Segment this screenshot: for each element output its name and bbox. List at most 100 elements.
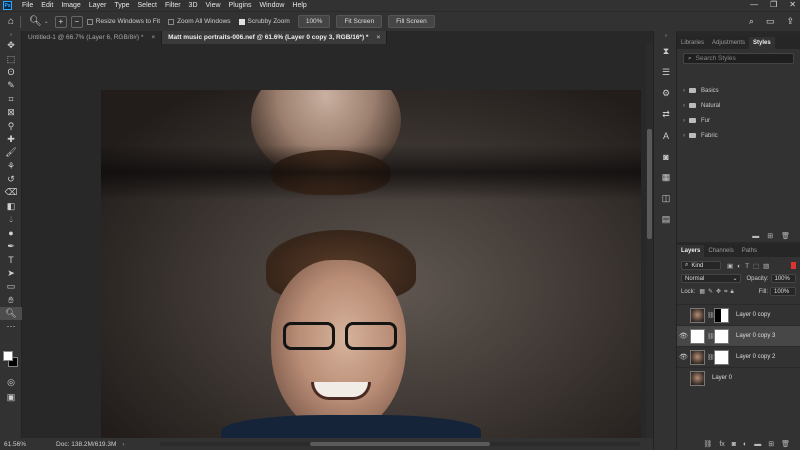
- camera-icon[interactable]: ◙: [654, 146, 678, 167]
- filter-toggle[interactable]: [791, 262, 796, 269]
- kind-filter-dropdown[interactable]: ⌕ Kind: [681, 261, 721, 270]
- share-icon[interactable]: ⇪: [786, 16, 794, 27]
- minimize-icon[interactable]: —: [750, 0, 758, 9]
- zoom-all-windows-checkbox[interactable]: Zoom All Windows: [168, 18, 231, 25]
- clone-stamp-tool-icon[interactable]: ⚘: [0, 160, 22, 173]
- canvas-area[interactable]: [23, 44, 646, 438]
- layer-mask-thumbnail[interactable]: [714, 328, 729, 344]
- menu-type[interactable]: Type: [110, 2, 133, 9]
- layer-row-layer-0-copy-2[interactable]: 👁︎ ⛓ Layer 0 copy 2: [677, 346, 800, 367]
- adjustment-icon[interactable]: ◐: [743, 441, 747, 448]
- layer-row-layer-0-copy[interactable]: ⛓ Layer 0 copy: [677, 304, 800, 325]
- search-styles-input[interactable]: ⌕ Search Styles: [683, 53, 794, 64]
- foreground-color-swatch[interactable]: [3, 351, 13, 361]
- shape-tool-icon[interactable]: ▭: [0, 280, 22, 293]
- close-icon[interactable]: ×: [376, 34, 380, 41]
- swatches-icon[interactable]: ▦: [654, 167, 678, 188]
- style-folder-fabric[interactable]: › Fabric: [677, 128, 800, 143]
- vertical-scrollbar[interactable]: [646, 44, 653, 438]
- crop-tool-icon[interactable]: ⌗: [0, 93, 22, 106]
- menu-edit[interactable]: Edit: [37, 2, 57, 9]
- trash-icon[interactable]: 🗑︎: [781, 440, 790, 448]
- horizontal-scrollbar[interactable]: [160, 442, 640, 446]
- tab-untitled-1[interactable]: Untitled-1 @ 66.7% (Layer 6, RGB/8#) * ×: [22, 31, 163, 44]
- eyedropper-tool-icon[interactable]: ⚲: [0, 119, 22, 132]
- style-folder-natural[interactable]: › Natural: [677, 98, 800, 113]
- collapse-icon[interactable]: «: [654, 31, 678, 41]
- restore-icon[interactable]: ❐: [770, 0, 777, 9]
- close-icon[interactable]: ✕: [789, 0, 796, 9]
- tab-adjustments[interactable]: Adjustments: [708, 37, 749, 49]
- scroll-thumb[interactable]: [310, 442, 490, 446]
- filter-icons[interactable]: ▣◐T⬚▨: [727, 262, 773, 270]
- scrubby-zoom-checkbox[interactable]: Scrubby Zoom: [238, 18, 290, 25]
- frame-tool-icon[interactable]: ⊠: [0, 106, 22, 119]
- scroll-thumb[interactable]: [647, 129, 652, 239]
- opacity-input[interactable]: 100%: [770, 274, 796, 283]
- healing-brush-tool-icon[interactable]: ✚: [0, 133, 22, 146]
- folder-icon[interactable]: ▬: [752, 233, 759, 240]
- character-icon[interactable]: A: [654, 125, 678, 146]
- zoom-out-button[interactable]: −: [70, 15, 83, 28]
- dodge-tool-icon[interactable]: ●: [0, 226, 22, 239]
- screen-mode-icon[interactable]: ▣: [0, 391, 22, 404]
- chevron-down-icon[interactable]: ⌄: [44, 18, 49, 25]
- collapse-icon[interactable]: »: [0, 31, 22, 39]
- gradient-tool-icon[interactable]: ◧: [0, 200, 22, 213]
- workspace-icon[interactable]: ▭: [766, 16, 775, 27]
- tab-libraries[interactable]: Libraries: [677, 37, 708, 49]
- folder-icon[interactable]: ▬: [754, 441, 761, 448]
- marquee-tool-icon[interactable]: ⬚: [0, 52, 22, 65]
- new-layer-icon[interactable]: ⊞: [768, 440, 774, 448]
- brush-tool-icon[interactable]: 🖌︎: [0, 146, 22, 159]
- link-icon[interactable]: ⛓: [703, 440, 712, 448]
- menu-3d[interactable]: 3D: [185, 2, 202, 9]
- layer-mask-thumbnail[interactable]: [714, 349, 729, 365]
- home-icon[interactable]: ⌂: [8, 16, 14, 27]
- menu-window[interactable]: Window: [256, 2, 289, 9]
- tab-styles[interactable]: Styles: [749, 37, 775, 49]
- search-icon[interactable]: ⌕: [749, 16, 754, 27]
- style-folder-basics[interactable]: › Basics: [677, 83, 800, 98]
- resize-windows-checkbox[interactable]: Resize Windows to Fit: [86, 18, 160, 25]
- menu-filter[interactable]: Filter: [161, 2, 185, 9]
- layer-mask-thumbnail[interactable]: [714, 307, 729, 323]
- layer-row-layer-0[interactable]: Layer 0: [677, 367, 800, 388]
- fx-icon[interactable]: fx: [719, 441, 724, 448]
- lock-icons[interactable]: ▦✎✥⌗🔒︎: [699, 288, 736, 296]
- quick-mask-icon[interactable]: ◎: [0, 376, 22, 389]
- paths-icon[interactable]: ⇄: [654, 104, 678, 125]
- menu-layer[interactable]: Layer: [85, 2, 111, 9]
- tab-paths[interactable]: Paths: [738, 245, 761, 257]
- tab-channels[interactable]: Channels: [704, 245, 737, 257]
- zoom-tool-icon[interactable]: 🔍︎: [29, 16, 42, 27]
- quick-select-tool-icon[interactable]: ✎: [0, 79, 22, 92]
- adjustments-icon[interactable]: ☰: [654, 62, 678, 83]
- fill-screen-button[interactable]: Fill Screen: [388, 15, 435, 28]
- menu-select[interactable]: Select: [134, 2, 161, 9]
- menu-plugins[interactable]: Plugins: [225, 2, 256, 9]
- menu-file[interactable]: File: [18, 2, 37, 9]
- zoom-100-button[interactable]: 100%: [297, 15, 331, 28]
- zoom-level[interactable]: 61.56%: [4, 441, 26, 448]
- pen-tool-icon[interactable]: ✒: [0, 240, 22, 253]
- properties-icon[interactable]: ⚙: [654, 83, 678, 104]
- menu-view[interactable]: View: [202, 2, 225, 9]
- history-brush-tool-icon[interactable]: ↺: [0, 173, 22, 186]
- lasso-tool-icon[interactable]: ʘ: [0, 66, 22, 79]
- color-swatches[interactable]: [3, 351, 19, 369]
- more-tools-icon[interactable]: ⋯: [0, 320, 22, 333]
- mask-icon[interactable]: ◙: [732, 441, 736, 448]
- eye-icon[interactable]: 👁︎: [677, 332, 690, 340]
- chevron-right-icon[interactable]: ›: [122, 441, 124, 448]
- menu-help[interactable]: Help: [288, 2, 310, 9]
- layer-row-layer-0-copy-3[interactable]: 👁︎ ⛓ Layer 0 copy 3: [677, 325, 800, 346]
- blur-tool-icon[interactable]: 💧︎: [0, 213, 22, 226]
- style-folder-fur[interactable]: › Fur: [677, 113, 800, 128]
- new-style-icon[interactable]: ⊞: [767, 232, 773, 240]
- grid-icon[interactable]: ▤: [654, 209, 678, 230]
- move-tool-icon[interactable]: ✥: [0, 39, 22, 52]
- document-image[interactable]: [101, 90, 641, 438]
- close-icon[interactable]: ×: [151, 34, 155, 41]
- libraries-icon[interactable]: ◫: [654, 188, 678, 209]
